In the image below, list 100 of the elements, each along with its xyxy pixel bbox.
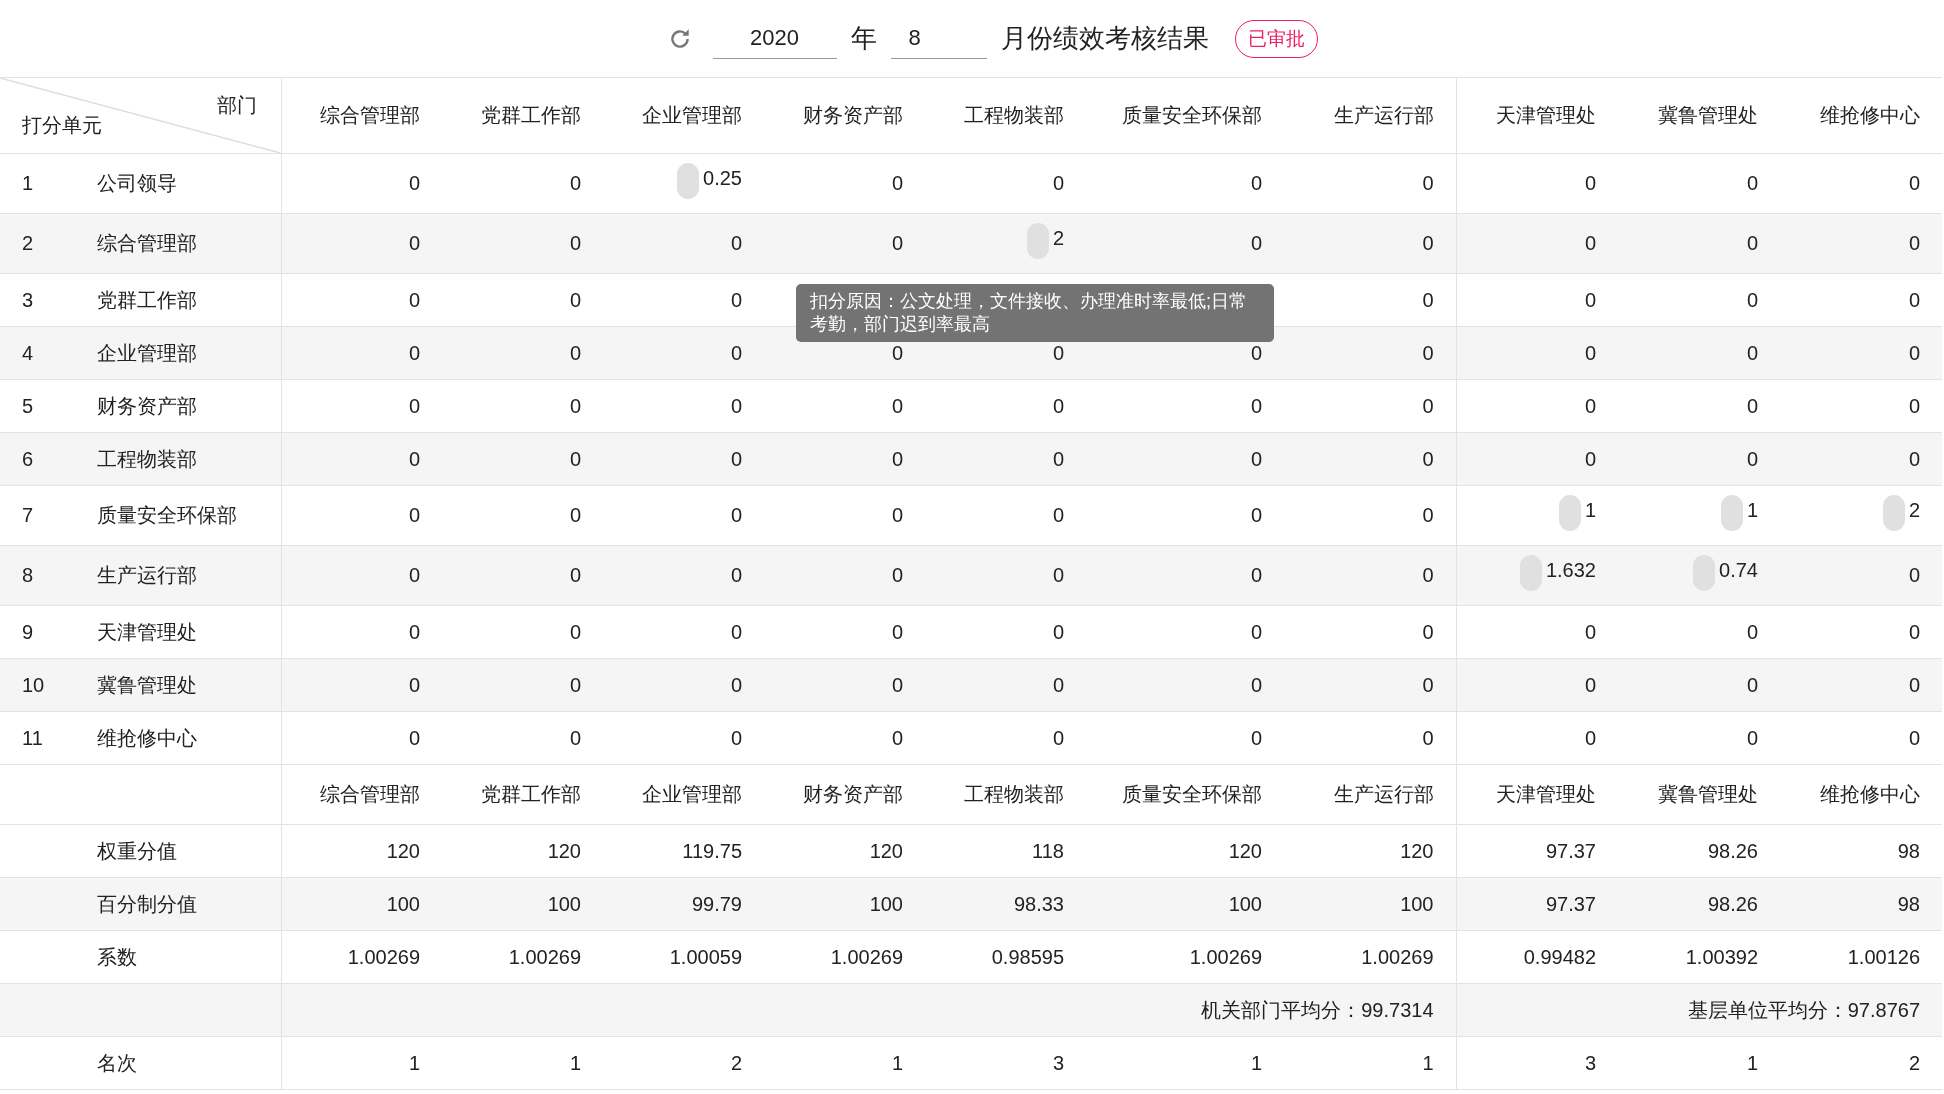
score-value: 0 [1584, 394, 1596, 418]
rank-value: 1 [569, 1051, 581, 1074]
column-header: 企业管理部 [642, 783, 742, 805]
column-header: 生产运行部 [1333, 783, 1434, 805]
page-title: 月份绩效考核结果 [1000, 22, 1209, 55]
score-value: 1.00269 [508, 945, 581, 968]
score-value: 0.25 [703, 166, 742, 190]
score-value: 0 [1250, 232, 1262, 255]
average-score: 基层单位平均分：97.8767 [1687, 998, 1920, 1021]
score-value: 0.98595 [991, 945, 1064, 968]
score-value: 0 [569, 564, 581, 587]
score-value: 1.00059 [669, 945, 742, 968]
corner-column-label: 部门 [216, 93, 257, 118]
deduction-marker[interactable] [1720, 495, 1743, 531]
score-value: 0 [1746, 172, 1758, 195]
score-value: 0 [1746, 341, 1758, 365]
score-value: 1 [1746, 498, 1758, 522]
score-value: 0 [1422, 726, 1434, 750]
score-value: 0 [1250, 172, 1262, 195]
year-field[interactable]: 2020 [712, 18, 837, 59]
score-value: 0 [891, 341, 903, 365]
score-value: 0 [1584, 232, 1596, 255]
score-value: 0 [1422, 564, 1434, 587]
score-value: 0 [1422, 172, 1434, 195]
score-value: 0 [891, 620, 903, 644]
score-value: 0 [1908, 564, 1920, 587]
score-value: 0 [1052, 673, 1064, 697]
column-header: 质量安全环保部 [1122, 783, 1262, 805]
row-index: 8 [22, 564, 35, 587]
row-label: 公司领导 [97, 172, 177, 194]
score-value: 0 [1908, 620, 1920, 644]
row-index: 5 [22, 394, 35, 418]
score-value: 100 [869, 892, 903, 915]
score-value: 0 [569, 673, 581, 697]
row-index: 9 [22, 620, 35, 644]
score-value: 98 [1897, 839, 1920, 862]
score-value: 0 [1584, 341, 1596, 365]
row-index: 10 [22, 673, 46, 697]
row-label: 百分制分值 [97, 892, 197, 915]
tooltip: 扣分原因：公文处理，文件接收、办理准时率最低;日常考勤，部门迟到率最高 [796, 284, 1274, 342]
corner-row-label: 打分单元 [22, 113, 102, 138]
score-value: 98.33 [1013, 892, 1064, 915]
score-value: 0 [1746, 447, 1758, 471]
score-value: 0 [569, 447, 581, 471]
deduction-marker[interactable] [677, 163, 700, 199]
score-value: 0 [1250, 564, 1262, 587]
row-index: 6 [22, 447, 35, 471]
score-value: 0 [1746, 232, 1758, 255]
score-value: 0 [569, 726, 581, 750]
score-value: 0.99482 [1523, 945, 1596, 968]
score-value: 0 [730, 447, 742, 471]
score-value: 0 [408, 564, 420, 587]
column-header: 质量安全环保部 [1122, 104, 1262, 126]
score-value: 0 [1908, 172, 1920, 195]
rank-value: 3 [1052, 1051, 1064, 1074]
score-value: 1.00269 [347, 945, 420, 968]
score-value: 1.00392 [1685, 945, 1758, 968]
score-value: 0 [1250, 673, 1262, 697]
column-header: 综合管理部 [320, 104, 420, 126]
score-value: 1 [1584, 498, 1596, 522]
year-label: 年 [850, 22, 877, 55]
score-value: 1.00126 [1847, 945, 1920, 968]
score-value: 0 [1422, 447, 1434, 471]
row-index: 2 [22, 232, 35, 255]
score-value: 0 [1908, 288, 1920, 312]
score-value: 97.37 [1545, 892, 1596, 915]
score-value: 0 [569, 504, 581, 527]
score-value: 0 [891, 394, 903, 418]
row-index: 1 [22, 172, 35, 195]
score-value: 118 [1032, 839, 1064, 862]
score-value: 0 [1422, 504, 1434, 527]
score-value: 0 [730, 726, 742, 750]
score-value: 0 [1052, 726, 1064, 750]
row-label: 企业管理部 [97, 341, 197, 364]
score-value: 0 [569, 172, 581, 195]
score-value: 0 [408, 726, 420, 750]
score-value: 0 [1052, 172, 1064, 195]
score-value: 0 [730, 288, 742, 312]
score-value: 0 [1908, 726, 1920, 750]
column-header: 党群工作部 [481, 783, 581, 805]
row-label: 系数 [97, 945, 137, 968]
score-value: 0 [1422, 394, 1434, 418]
row-label: 维抢修中心 [97, 726, 197, 749]
deduction-marker[interactable] [1882, 495, 1905, 531]
score-value: 0 [1422, 341, 1434, 365]
deduction-marker[interactable] [1558, 495, 1581, 531]
score-value: 0 [1250, 504, 1262, 527]
column-header: 党群工作部 [481, 104, 581, 126]
score-value: 0 [569, 394, 581, 418]
average-score: 机关部门平均分：99.7314 [1201, 998, 1434, 1021]
score-value: 119.75 [682, 839, 742, 862]
row-label: 财务资产部 [97, 394, 197, 417]
score-value: 0 [730, 504, 742, 527]
column-header: 企业管理部 [642, 104, 742, 126]
row-index: 3 [22, 288, 35, 312]
score-value: 1.00269 [1361, 945, 1434, 968]
score-value: 0 [1422, 232, 1434, 255]
score-value: 0 [569, 341, 581, 365]
score-value: 0 [1052, 394, 1064, 418]
month-field[interactable]: 8 [890, 18, 987, 59]
